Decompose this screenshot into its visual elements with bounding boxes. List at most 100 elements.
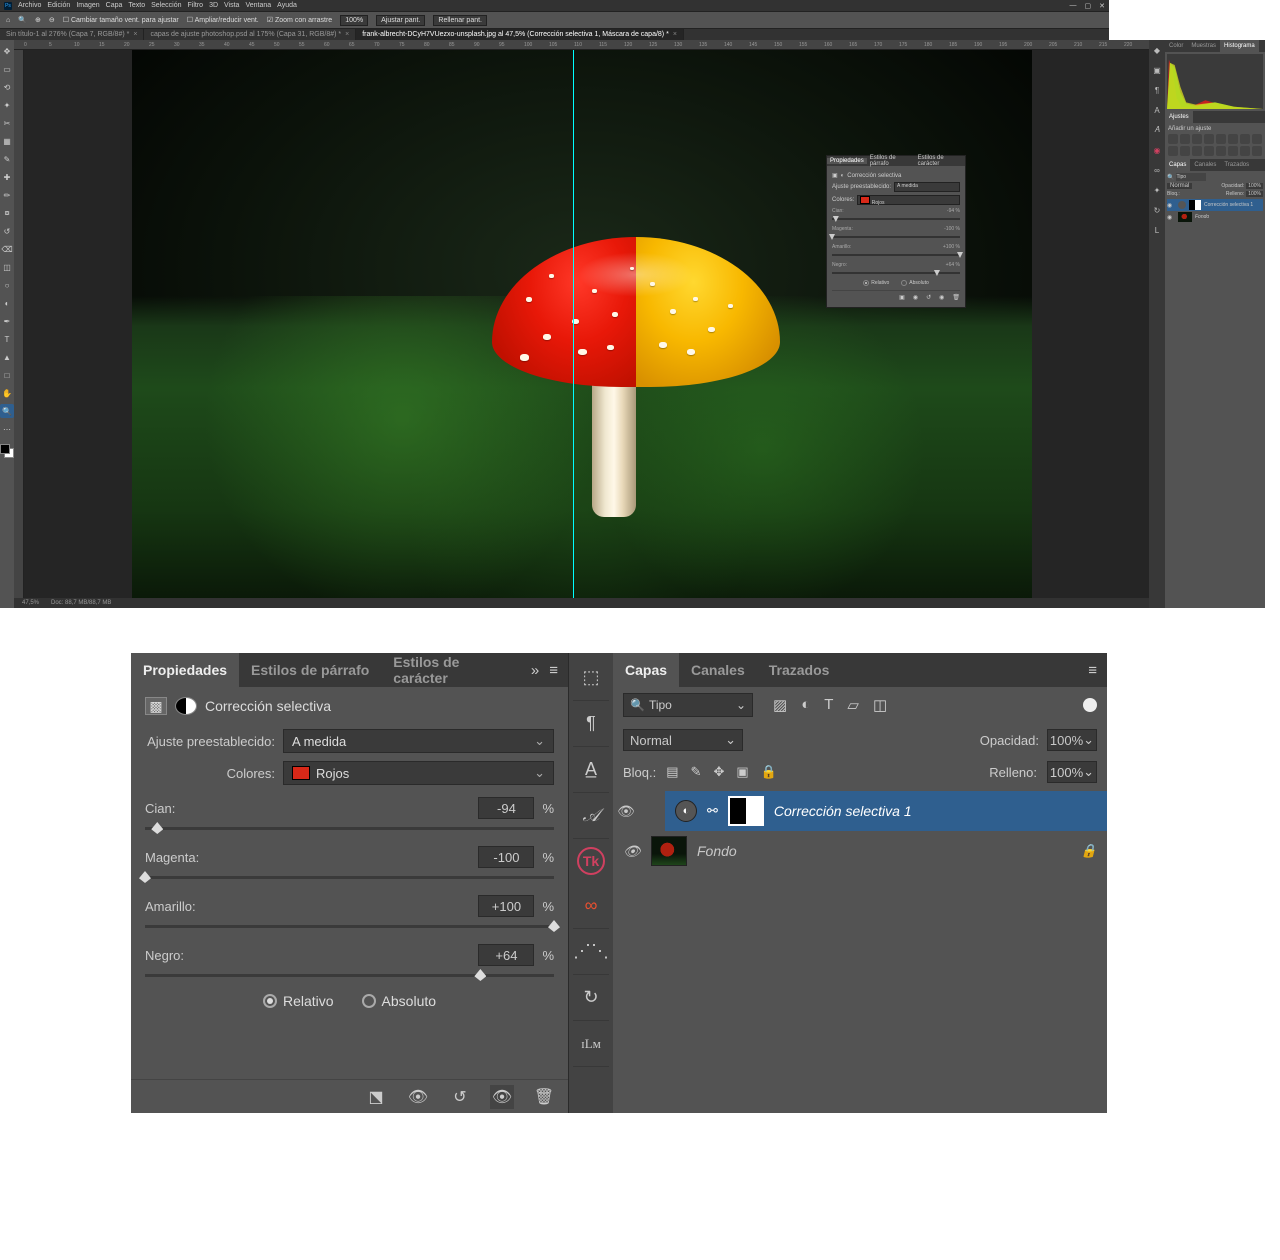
adj-photo-filter-icon[interactable] xyxy=(1168,146,1178,156)
panel-menu-icon[interactable]: ≡ xyxy=(1088,662,1097,679)
adj-invert-icon[interactable] xyxy=(1204,146,1214,156)
menu-imagen[interactable]: Imagen xyxy=(76,2,99,9)
tab-color[interactable]: Color xyxy=(1165,40,1187,52)
colors-select[interactable]: Rojos xyxy=(283,761,554,785)
doc-tab-0[interactable]: Sin título-1 al 276% (Capa 7, RGB/8#) *× xyxy=(0,29,144,40)
layer-row[interactable]: ◉ Corrección selectiva 1 xyxy=(1167,199,1263,211)
clip-to-layer-icon[interactable]: ▣ xyxy=(899,294,905,301)
zoom-in-icon[interactable]: ⊕ xyxy=(35,16,41,24)
colors-select[interactable]: Rojos xyxy=(857,195,960,205)
network-panel-icon[interactable]: ⋰⋱ xyxy=(573,929,609,975)
adj-color-balance-icon[interactable] xyxy=(1240,134,1250,144)
blend-mode-select[interactable]: Normal xyxy=(1167,183,1192,189)
pen-tool-icon[interactable]: ✒ xyxy=(0,314,14,328)
opt-resize-window[interactable]: ☐ Cambiar tamaño vent. para ajustar xyxy=(63,16,179,24)
panel-icon[interactable]: L xyxy=(1151,224,1163,236)
layer-thumb[interactable] xyxy=(1178,212,1192,222)
dodge-tool-icon[interactable]: ◐ xyxy=(0,296,14,310)
panel-icon[interactable]: ↻ xyxy=(1151,204,1163,216)
layer-thumb[interactable] xyxy=(1178,201,1186,209)
fill-screen-button[interactable]: Rellenar pant. xyxy=(433,15,487,26)
menu-ventana[interactable]: Ventana xyxy=(245,2,271,9)
lock-icon[interactable]: 🔒 xyxy=(1081,843,1097,859)
menu-edicion[interactable]: Edición xyxy=(47,2,70,9)
tk-panel-icon[interactable]: Tk xyxy=(577,847,605,875)
amarillo-slider[interactable] xyxy=(832,254,960,256)
adjustment-type-icon[interactable]: ▩ xyxy=(145,697,167,715)
cian-slider[interactable] xyxy=(145,827,554,830)
menu-3d[interactable]: 3D xyxy=(209,2,218,9)
properties-panel-floating[interactable]: Propiedades Estilos de párrafo Estilos d… xyxy=(826,155,966,308)
tab-ajustes[interactable]: Ajustes xyxy=(1165,111,1193,123)
cian-slider-value[interactable]: -94 xyxy=(947,208,954,214)
tab-canales[interactable]: Canales xyxy=(1190,159,1220,171)
close-icon[interactable]: × xyxy=(133,31,137,38)
filter-type-icon[interactable]: T xyxy=(824,696,833,714)
tab-estilos-parrafo[interactable]: Estilos de párrafo xyxy=(867,155,915,167)
expand-tabs-icon[interactable]: » xyxy=(531,662,539,679)
maximize-icon[interactable]: ▢ xyxy=(1085,2,1092,10)
menu-texto[interactable]: Texto xyxy=(128,2,145,9)
opt-scrubby-zoom[interactable]: ☑ Zoom con arrastre xyxy=(267,16,332,24)
adj-vibrance-icon[interactable] xyxy=(1216,134,1226,144)
color-swatches[interactable] xyxy=(0,444,14,458)
negro-slider-value[interactable]: +64 xyxy=(946,262,954,268)
close-icon[interactable]: ✕ xyxy=(1099,2,1105,10)
guide-vertical[interactable] xyxy=(573,50,574,598)
delete-icon[interactable]: 🗑 xyxy=(532,1085,556,1109)
adj-threshold-icon[interactable] xyxy=(1228,146,1238,156)
layer-thumb[interactable] xyxy=(651,836,687,866)
gradient-tool-icon[interactable]: ◫ xyxy=(0,260,14,274)
healing-tool-icon[interactable]: ✚ xyxy=(0,170,14,184)
menu-capa[interactable]: Capa xyxy=(106,2,123,9)
adj-gradient-map-icon[interactable] xyxy=(1240,146,1250,156)
filter-shape-icon[interactable]: ▱ xyxy=(847,696,859,714)
close-icon[interactable]: × xyxy=(345,31,349,38)
menu-seleccion[interactable]: Selección xyxy=(151,2,181,9)
negro-slider[interactable] xyxy=(145,974,554,977)
doc-tab-1[interactable]: capas de ajuste photoshop.psd al 175% (C… xyxy=(144,29,356,40)
panel-icon[interactable]: ◆ xyxy=(1151,44,1163,56)
marquee-tool-icon[interactable]: ▭ xyxy=(0,62,14,76)
brush-tool-icon[interactable]: ✏ xyxy=(0,188,14,202)
3d-panel-icon[interactable]: ⬚ xyxy=(573,655,609,701)
cian-slider[interactable] xyxy=(832,218,960,220)
shape-tool-icon[interactable]: □ xyxy=(0,368,14,382)
negro-slider-value[interactable]: +64 xyxy=(478,944,534,966)
history-brush-tool-icon[interactable]: ↺ xyxy=(0,224,14,238)
edit-toolbar-icon[interactable]: ⋯ xyxy=(0,422,14,436)
stamp-tool-icon[interactable]: ⧇ xyxy=(0,206,14,220)
zoom-out-icon[interactable]: ⊖ xyxy=(49,16,55,24)
tab-trazados[interactable]: Trazados xyxy=(1220,159,1253,171)
path-select-tool-icon[interactable]: ▲ xyxy=(0,350,14,364)
crop-tool-icon[interactable]: ✂ xyxy=(0,116,14,130)
tab-capas[interactable]: Capas xyxy=(613,653,679,687)
menu-ayuda[interactable]: Ayuda xyxy=(277,2,297,9)
blur-tool-icon[interactable]: ○ xyxy=(0,278,14,292)
character-panel-icon[interactable]: A̲ xyxy=(573,747,609,793)
adj-levels-icon[interactable] xyxy=(1180,134,1190,144)
amarillo-slider-value[interactable]: +100 xyxy=(943,244,954,250)
adj-hue-icon[interactable] xyxy=(1228,134,1238,144)
glyphs-panel-icon[interactable]: 𝒜 xyxy=(573,793,609,839)
tab-histograma[interactable]: Histograma xyxy=(1220,40,1259,52)
layer-row[interactable]: ◐ ⚯ Corrección selectiva 1 xyxy=(665,791,1107,831)
menu-filtro[interactable]: Filtro xyxy=(188,2,204,9)
tab-canales[interactable]: Canales xyxy=(679,653,757,687)
panel-icon[interactable]: ∞ xyxy=(1151,164,1163,176)
adj-posterize-icon[interactable] xyxy=(1216,146,1226,156)
doc-tab-2[interactable]: frank-albrecht-DCyH7VUezxo-unsplash.jpg … xyxy=(356,29,684,40)
tk-panel-icon[interactable]: ◉ xyxy=(1151,144,1163,156)
visibility-icon[interactable]: 👁 xyxy=(623,843,641,860)
eyedropper-tool-icon[interactable]: ✎ xyxy=(0,152,14,166)
hand-tool-icon[interactable]: ✋ xyxy=(0,386,14,400)
view-previous-icon[interactable]: ◉ xyxy=(913,294,918,301)
preset-select[interactable]: A medida xyxy=(894,182,960,192)
panel-icon[interactable]: A xyxy=(1151,104,1163,116)
blend-mode-select[interactable]: Normal xyxy=(623,729,743,751)
lm-panel-icon[interactable]: ɪLᴍ xyxy=(573,1021,609,1067)
toggle-visibility-icon[interactable]: ◉ xyxy=(939,294,944,301)
filter-adjustment-icon[interactable]: ◐ xyxy=(801,696,810,714)
lock-paint-icon[interactable]: ✎ xyxy=(691,764,702,780)
lock-all-icon[interactable]: 🔒 xyxy=(761,764,777,780)
